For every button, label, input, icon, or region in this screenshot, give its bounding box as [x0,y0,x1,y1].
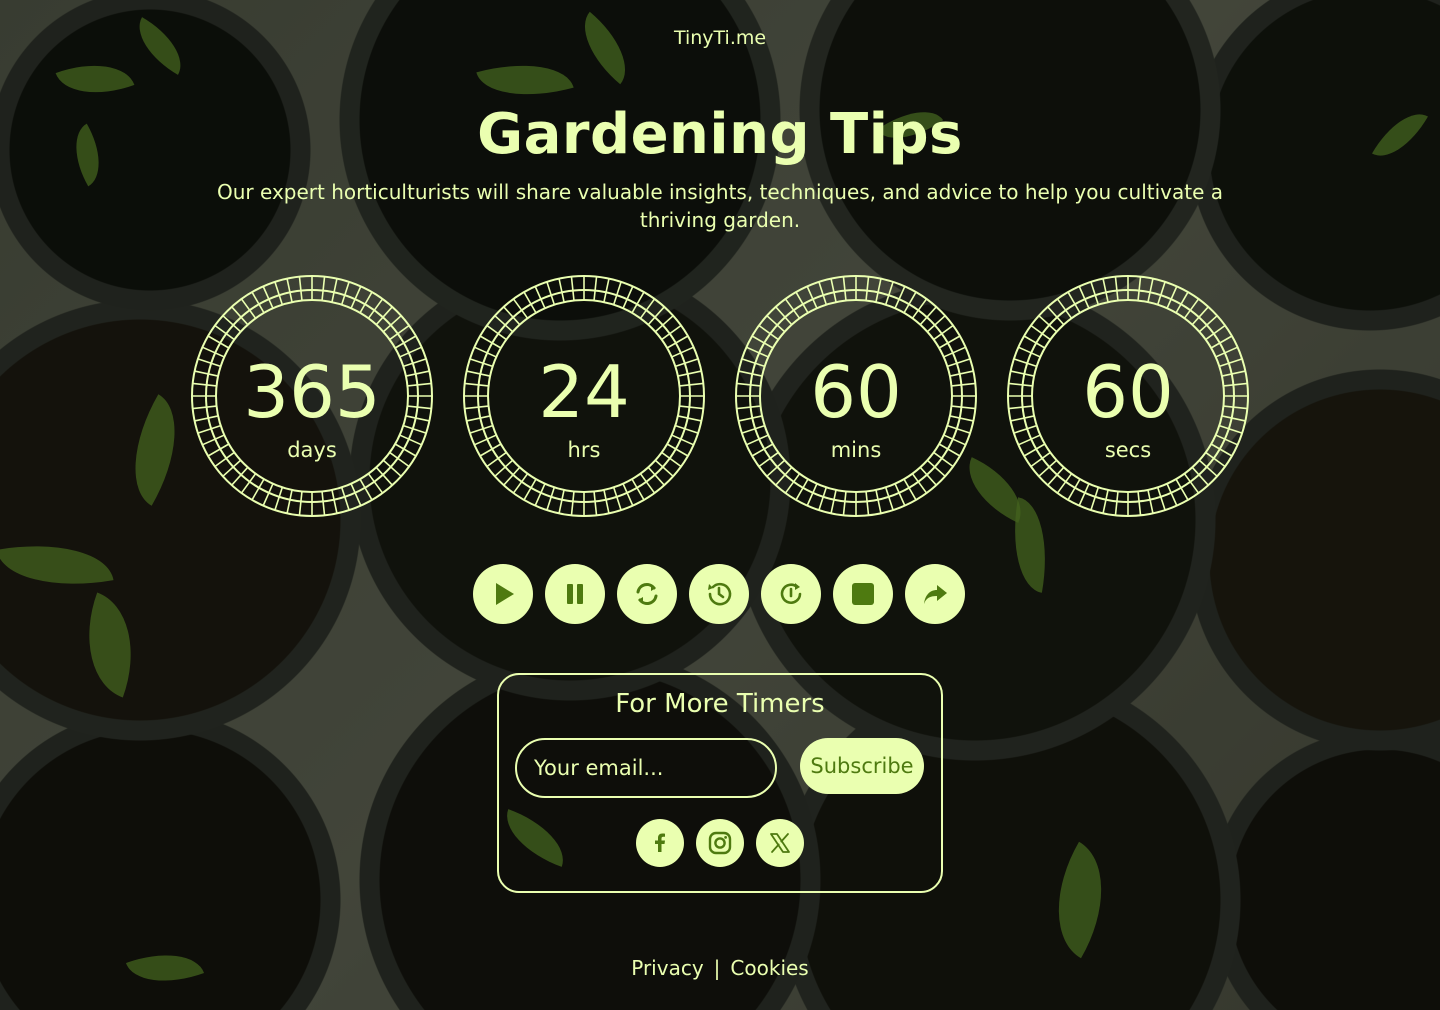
instagram-icon [708,831,732,855]
share-icon [924,585,947,604]
play-icon [496,583,514,605]
footer-separator: | [713,956,721,980]
x-icon [770,833,790,853]
pause-icon [567,584,583,604]
privacy-link[interactable]: Privacy [631,956,703,980]
timer-seconds: 60 secs [1006,274,1250,518]
timer-unit: hrs [567,438,601,462]
stop-icon [852,583,874,605]
instagram-link[interactable] [696,819,744,867]
footer: Privacy | Cookies [0,956,1440,980]
refresh-icon [636,583,658,605]
email-field[interactable] [515,738,777,798]
timer-unit: days [287,438,337,462]
restart-button[interactable] [761,564,821,624]
pause-button[interactable] [545,564,605,624]
timer-unit: mins [830,438,882,462]
brand-logo[interactable]: TinyTi.me [0,27,1440,49]
restart-icon [780,583,802,604]
newsletter-panel: For More Timers Subscribe [497,673,943,893]
history-button[interactable] [689,564,749,624]
timer-value: 365 [243,350,381,434]
timer-hours: 24 hrs [462,274,706,518]
subscribe-button[interactable]: Subscribe [800,738,924,794]
timer-value: 60 [810,350,902,434]
page-subtitle: Our expert horticulturists will share va… [217,180,1223,232]
facebook-link[interactable] [636,819,684,867]
timer-days: 365 days [190,274,434,518]
share-button[interactable] [905,564,965,624]
page-title: Gardening Tips [477,102,963,167]
x-link[interactable] [756,819,804,867]
facebook-icon [655,833,665,852]
timer-unit: secs [1104,438,1152,462]
cookies-link[interactable]: Cookies [730,956,808,980]
newsletter-title: For More Timers [615,689,825,719]
history-icon [708,582,732,606]
timer-minutes: 60 mins [734,274,978,518]
stop-button[interactable] [833,564,893,624]
timer-value: 60 [1082,350,1174,434]
play-button[interactable] [473,564,533,624]
timer-value: 24 [538,350,630,434]
timer-controls [473,564,973,624]
refresh-button[interactable] [617,564,677,624]
